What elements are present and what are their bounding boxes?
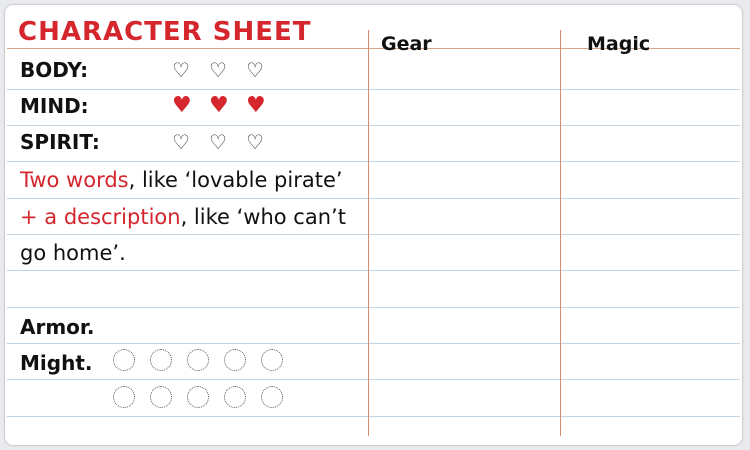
might-checkbox[interactable] bbox=[187, 386, 209, 408]
heart-empty-icon[interactable]: ♡ bbox=[172, 129, 209, 155]
might-checkbox[interactable] bbox=[113, 349, 135, 371]
stat-label-spirit: SPIRIT: bbox=[20, 130, 100, 154]
might-checkbox[interactable] bbox=[150, 386, 172, 408]
heart-empty-icon[interactable]: ♡ bbox=[172, 57, 209, 83]
might-checkbox[interactable] bbox=[224, 386, 246, 408]
might-checkbox[interactable] bbox=[261, 349, 283, 371]
might-checkbox[interactable] bbox=[150, 349, 172, 371]
ruled-line bbox=[7, 307, 740, 308]
armor-label: Armor. bbox=[20, 315, 95, 339]
heart-track-mind: ♥ ♥ ♥ bbox=[172, 93, 283, 119]
might-checkbox-grid bbox=[113, 347, 298, 421]
might-checkbox[interactable] bbox=[113, 386, 135, 408]
stat-row-spirit: SPIRIT: ♡ ♡ ♡ bbox=[20, 125, 360, 159]
stat-row-mind: MIND: ♥ ♥ ♥ bbox=[20, 89, 360, 123]
might-label: Might. bbox=[20, 351, 93, 375]
description-text: , like ‘lovable pirate’ bbox=[128, 168, 343, 192]
might-checkbox[interactable] bbox=[224, 349, 246, 371]
might-checkbox[interactable] bbox=[187, 349, 209, 371]
stat-label-body: BODY: bbox=[20, 58, 89, 82]
heart-empty-icon[interactable]: ♡ bbox=[209, 129, 246, 155]
magic-column-divider bbox=[560, 30, 561, 436]
heart-track-spirit: ♡ ♡ ♡ bbox=[172, 129, 283, 155]
heart-empty-icon[interactable]: ♡ bbox=[246, 57, 283, 83]
gear-column-header: Gear bbox=[381, 33, 432, 55]
sheet-title: CHARACTER SHEET bbox=[18, 17, 312, 47]
heart-filled-icon[interactable]: ♥ bbox=[209, 93, 246, 119]
heart-filled-icon[interactable]: ♥ bbox=[246, 93, 283, 119]
magic-column-header: Magic bbox=[587, 33, 651, 55]
gear-column-divider bbox=[368, 30, 369, 436]
heart-filled-icon[interactable]: ♥ bbox=[172, 93, 209, 119]
heart-empty-icon[interactable]: ♡ bbox=[246, 129, 283, 155]
description-two-words: Two words bbox=[20, 168, 129, 192]
might-checkbox[interactable] bbox=[261, 386, 283, 408]
ruled-line bbox=[7, 343, 740, 344]
heart-track-body: ♡ ♡ ♡ bbox=[172, 57, 283, 83]
heart-empty-icon[interactable]: ♡ bbox=[209, 57, 246, 83]
stat-row-body: BODY: ♡ ♡ ♡ bbox=[20, 53, 360, 87]
character-sheet-card: CHARACTER SHEET Gear Magic BODY: ♡ ♡ ♡ MIN… bbox=[5, 5, 742, 445]
stat-label-mind: MIND: bbox=[20, 94, 89, 118]
character-description-prompt: Two words, like ‘lovable pirate’ + a des… bbox=[20, 162, 360, 272]
description-plus-description: + a description bbox=[20, 204, 181, 229]
